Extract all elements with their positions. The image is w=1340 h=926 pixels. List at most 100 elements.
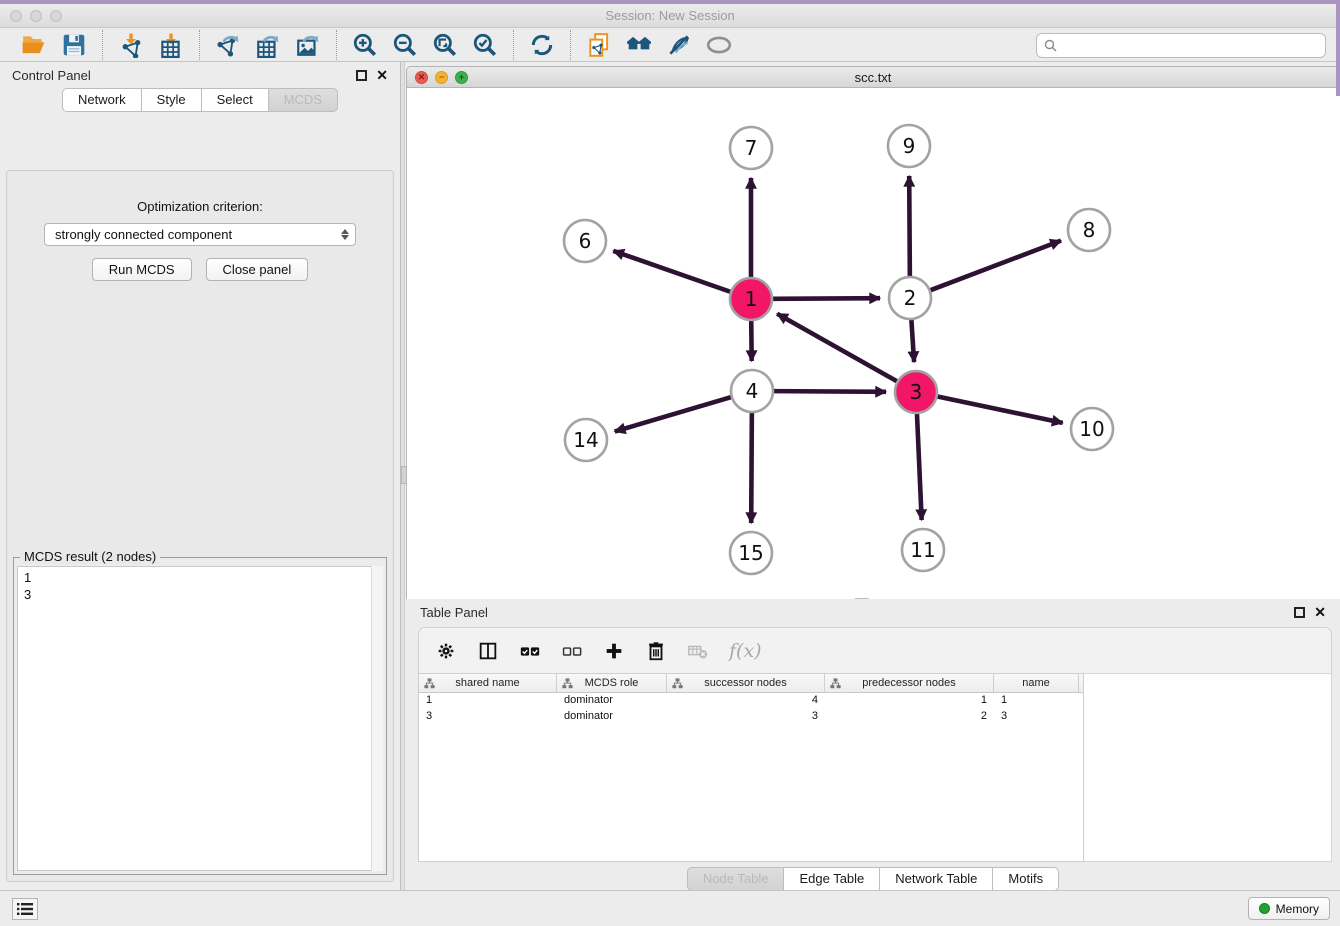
zoom-out-button[interactable] <box>389 31 421 59</box>
graph-edge-2-3[interactable] <box>911 320 914 362</box>
graph-node-1[interactable]: 1 <box>730 278 772 320</box>
network-canvas[interactable]: 7 9 6 8 1 2 4 3 14 10 15 11 <box>406 88 1340 599</box>
graph-node-4[interactable]: 4 <box>731 370 773 412</box>
graph-node-8[interactable]: 8 <box>1068 209 1110 251</box>
tab-style[interactable]: Style <box>142 88 202 112</box>
table-tab-edge-table[interactable]: Edge Table <box>784 867 880 891</box>
import-table-button[interactable] <box>155 31 187 59</box>
table-tab-network-table[interactable]: Network Table <box>880 867 993 891</box>
table-cell[interactable]: 3 <box>419 709 557 725</box>
graph-node-label: 4 <box>746 379 759 403</box>
graph-node-3[interactable]: 3 <box>895 371 937 413</box>
tab-mcds[interactable]: MCDS <box>269 88 338 112</box>
open-file-button[interactable] <box>18 31 50 59</box>
node-table[interactable]: shared nameMCDS role successor nodes prede… <box>418 673 1084 862</box>
column-header-predecessor-nodes[interactable]: predecessor nodes <box>825 674 994 692</box>
graph-edge-3-1[interactable] <box>777 314 897 381</box>
table-cell[interactable]: 4 <box>667 693 825 709</box>
mcds-result-list[interactable]: 1 3 <box>17 566 383 871</box>
zoom-in-button[interactable] <box>349 31 381 59</box>
column-layout-button[interactable] <box>477 636 499 666</box>
delete-column-button[interactable] <box>645 636 667 666</box>
graph-edge-1-2[interactable] <box>773 298 880 299</box>
tab-select[interactable]: Select <box>202 88 269 112</box>
hide-graphics-details-icon <box>706 32 732 58</box>
deselect-all-columns-button[interactable] <box>561 636 583 666</box>
search-box[interactable] <box>1036 33 1326 58</box>
search-input[interactable] <box>1059 36 1325 56</box>
hide-graphics-details-button[interactable] <box>703 31 735 59</box>
table-cell[interactable]: 1 <box>825 693 994 709</box>
column-hierarchy-icon <box>672 678 683 689</box>
close-table-panel-icon[interactable]: ✕ <box>1314 607 1326 618</box>
graph-node-6[interactable]: 6 <box>564 220 606 262</box>
graph-edge-4-3[interactable] <box>774 391 886 392</box>
memory-button[interactable]: Memory <box>1248 897 1330 920</box>
table-cell[interactable]: dominator <box>557 709 667 725</box>
network-view-window: ✕ − + scc.txt 7 9 6 8 1 2 4 3 14 10 15 11 <box>406 66 1340 599</box>
add-column-button[interactable] <box>603 636 625 666</box>
function-builder-button: f(x) <box>729 636 762 666</box>
graph-edge-2-8[interactable] <box>931 241 1061 291</box>
close-panel-button[interactable]: Close panel <box>206 258 309 281</box>
table-tab-motifs[interactable]: Motifs <box>993 867 1059 891</box>
graph-node-11[interactable]: 11 <box>902 529 944 571</box>
graph-node-10[interactable]: 10 <box>1071 408 1113 450</box>
zoom-fit-button[interactable] <box>429 31 461 59</box>
export-table-button[interactable] <box>252 31 284 59</box>
tab-network[interactable]: Network <box>62 88 142 112</box>
list-icon <box>17 902 33 916</box>
zoom-selected-button[interactable] <box>469 31 501 59</box>
table-cell[interactable]: dominator <box>557 693 667 709</box>
table-cell[interactable]: 3 <box>994 709 1079 725</box>
table-cell[interactable]: 1 <box>994 693 1079 709</box>
deselect-all-columns-icon <box>561 640 583 662</box>
optimization-criterion-select[interactable]: strongly connected component <box>44 223 356 246</box>
column-header-successor-nodes[interactable]: successor nodes <box>667 674 825 692</box>
column-header-name[interactable]: name <box>994 674 1079 692</box>
copy-network-button[interactable] <box>583 31 615 59</box>
graph-node-9[interactable]: 9 <box>888 125 930 167</box>
vertical-splitter-handle[interactable] <box>401 466 407 484</box>
table-row[interactable]: 3dominator323 <box>419 709 1083 725</box>
graph-edge-1-6[interactable] <box>613 251 730 292</box>
graph-edge-3-10[interactable] <box>938 397 1063 423</box>
select-all-columns-button[interactable] <box>519 636 541 666</box>
show-graphics-details-button[interactable] <box>663 31 695 59</box>
result-scrollbar[interactable] <box>371 566 383 871</box>
run-mcds-button[interactable]: Run MCDS <box>92 258 192 281</box>
graph-edge-3-11[interactable] <box>917 414 922 520</box>
window-titlebar[interactable]: Session: New Session <box>0 4 1340 28</box>
float-table-panel-icon[interactable] <box>1294 607 1305 618</box>
graph-node-14[interactable]: 14 <box>565 419 607 461</box>
graph-node-15[interactable]: 15 <box>730 532 772 574</box>
table-row[interactable]: 1dominator411 <box>419 693 1083 709</box>
graph-edge-4-14[interactable] <box>615 397 731 431</box>
import-network-button[interactable] <box>115 31 147 59</box>
column-header-shared-name[interactable]: shared name <box>419 674 557 692</box>
export-network-button[interactable] <box>212 31 244 59</box>
column-label: successor nodes <box>704 677 787 689</box>
graph-edge-4-15[interactable] <box>751 413 752 523</box>
table-cell[interactable]: 1 <box>419 693 557 709</box>
close-panel-icon[interactable]: ✕ <box>376 70 388 81</box>
table-tab-node-table[interactable]: Node Table <box>687 867 785 891</box>
graph-node-7[interactable]: 7 <box>730 127 772 169</box>
home-view-button[interactable] <box>623 31 655 59</box>
table-settings-gear-button[interactable] <box>435 636 457 666</box>
column-header-MCDS-role[interactable]: MCDS role <box>557 674 667 692</box>
table-cell[interactable]: 2 <box>825 709 994 725</box>
save-session-button[interactable] <box>58 31 90 59</box>
column-label: predecessor nodes <box>862 677 956 689</box>
apply-layout-button[interactable] <box>526 31 558 59</box>
graph-edge-2-9[interactable] <box>909 176 910 276</box>
memory-status-icon <box>1259 903 1270 914</box>
column-label: name <box>1022 677 1050 689</box>
graph-node-2[interactable]: 2 <box>889 277 931 319</box>
task-history-button[interactable] <box>12 898 38 920</box>
export-image-button[interactable] <box>292 31 324 59</box>
table-cell[interactable]: 3 <box>667 709 825 725</box>
float-panel-icon[interactable] <box>356 70 367 81</box>
network-window-titlebar[interactable]: ✕ − + scc.txt <box>406 66 1340 88</box>
column-layout-icon <box>477 640 499 662</box>
